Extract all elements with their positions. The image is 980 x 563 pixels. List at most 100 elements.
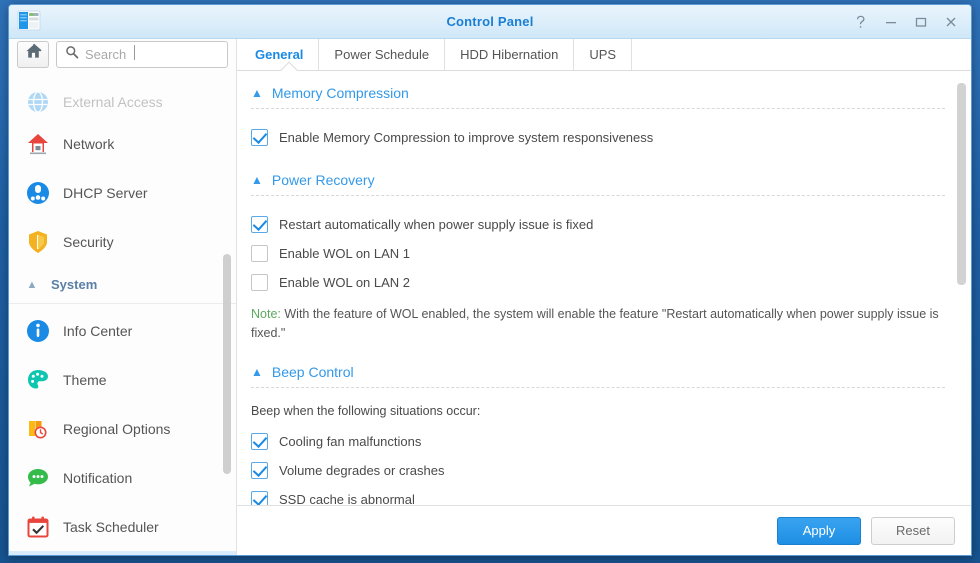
sidebar-item-notification[interactable]: Notification bbox=[9, 453, 236, 502]
palette-icon bbox=[25, 367, 51, 393]
content-area: General Power Schedule HDD Hibernation U… bbox=[237, 39, 971, 555]
control-panel-icon bbox=[17, 9, 41, 33]
sidebar-item-regional-options[interactable]: Regional Options bbox=[9, 404, 236, 453]
chevron-up-icon: ▲ bbox=[251, 173, 263, 187]
checkbox-row[interactable]: Cooling fan malfunctions bbox=[251, 427, 945, 456]
tab-bar: General Power Schedule HDD Hibernation U… bbox=[237, 39, 971, 79]
info-icon bbox=[25, 318, 51, 344]
section-title: Beep Control bbox=[271, 363, 354, 380]
sidebar-search-row: Search bbox=[9, 39, 236, 69]
sidebar-item-theme[interactable]: Theme bbox=[9, 355, 236, 404]
note-text: With the feature of WOL enabled, the sys… bbox=[251, 307, 939, 341]
sidebar-item-label: Regional Options bbox=[63, 420, 171, 437]
sidebar-item-label: Task Scheduler bbox=[63, 518, 159, 535]
sidebar-item-security[interactable]: Security bbox=[9, 217, 236, 266]
sidebar-item-network[interactable]: Network bbox=[9, 119, 236, 168]
beep-control-lead: Beep when the following situations occur… bbox=[251, 403, 481, 418]
tab-label: HDD Hibernation bbox=[460, 47, 559, 62]
dhcp-server-icon bbox=[25, 180, 51, 206]
checkbox-label: Volume degrades or crashes bbox=[279, 462, 445, 478]
sidebar: External Access Network DHCP Server Secu… bbox=[9, 39, 237, 555]
sidebar-group-label: System bbox=[51, 277, 98, 292]
tab-hdd-hibernation[interactable]: HDD Hibernation bbox=[445, 39, 575, 70]
section-header-memory-compression[interactable]: ▲ Memory Compression bbox=[251, 85, 945, 108]
power-recovery-note: Note: With the feature of WOL enabled, t… bbox=[251, 305, 941, 344]
section-title: Memory Compression bbox=[271, 85, 409, 101]
tab-power-schedule[interactable]: Power Schedule bbox=[319, 39, 446, 70]
checkbox-label: Restart automatically when power supply … bbox=[279, 217, 594, 232]
regional-clock-icon bbox=[25, 416, 51, 442]
window-body: External Access Network DHCP Server Secu… bbox=[9, 39, 971, 555]
help-button[interactable] bbox=[853, 14, 869, 30]
checkbox-label: Enable Memory Compression to improve sys… bbox=[279, 130, 654, 145]
reset-button[interactable]: Reset bbox=[871, 516, 955, 545]
checkbox-enable-wol-lan1[interactable] bbox=[251, 245, 268, 262]
sidebar-item-label: Network bbox=[63, 135, 115, 152]
sidebar-item-label: Notification bbox=[63, 469, 133, 486]
network-house-icon bbox=[25, 131, 51, 157]
tab-label: General bbox=[255, 47, 304, 62]
checkbox-row[interactable]: Restart automatically when power supply … bbox=[251, 210, 945, 239]
sidebar-item-label: Security bbox=[63, 233, 114, 250]
checkbox-enable-wol-lan2[interactable] bbox=[251, 274, 268, 291]
section-header-power-recovery[interactable]: ▲ Power Recovery bbox=[251, 172, 945, 195]
search-icon bbox=[65, 45, 79, 64]
sidebar-group-system[interactable]: ▲ System bbox=[9, 266, 236, 304]
globe-icon bbox=[25, 89, 51, 115]
sidebar-item-info-center[interactable]: Info Center bbox=[9, 306, 236, 355]
checkbox-volume-degrades-or-crashes[interactable] bbox=[251, 461, 268, 479]
checkbox-enable-memory-compression[interactable] bbox=[251, 129, 268, 146]
window-title-bar[interactable]: Control Panel bbox=[9, 5, 971, 39]
sidebar-scroll-area[interactable]: External Access Network DHCP Server Secu… bbox=[9, 39, 236, 555]
checkbox-label: Enable WOL on LAN 2 bbox=[279, 275, 411, 290]
section-title: Power Recovery bbox=[271, 172, 375, 188]
checkbox-row[interactable]: Enable WOL on LAN 1 bbox=[251, 239, 945, 268]
checkbox-row[interactable]: SSD cache is abnormal bbox=[251, 485, 945, 505]
shield-icon bbox=[25, 229, 51, 255]
checkbox-ssd-cache-is-abnormal[interactable] bbox=[251, 490, 268, 505]
sidebar-item-label: External Access bbox=[63, 94, 163, 110]
sidebar-item-label: Info Center bbox=[63, 322, 133, 339]
window-controls bbox=[853, 5, 965, 39]
sidebar-item-hardware-power[interactable]: Hardware & Power bbox=[9, 551, 236, 555]
home-button[interactable] bbox=[17, 40, 49, 68]
calendar-check-icon bbox=[25, 514, 51, 540]
chevron-up-icon: ▲ bbox=[251, 86, 263, 100]
maximize-button[interactable] bbox=[913, 14, 929, 30]
search-input[interactable]: Search bbox=[56, 40, 228, 68]
sidebar-item-label: Theme bbox=[63, 371, 107, 388]
checkbox-label: Cooling fan malfunctions bbox=[279, 433, 422, 449]
sidebar-scrollbar-thumb[interactable] bbox=[223, 254, 231, 474]
checkbox-row[interactable]: Enable WOL on LAN 2 bbox=[251, 268, 945, 297]
sidebar-item-dhcp-server[interactable]: DHCP Server bbox=[9, 168, 236, 217]
checkbox-label: SSD cache is abnormal bbox=[279, 491, 415, 505]
checkbox-restart-automatically[interactable] bbox=[251, 216, 268, 233]
checkbox-row[interactable]: Volume degrades or crashes bbox=[251, 456, 945, 485]
home-icon bbox=[25, 43, 42, 65]
tab-label: UPS bbox=[589, 47, 617, 62]
speech-bubble-icon bbox=[25, 465, 51, 491]
checkbox-cooling-fan-malfunctions[interactable] bbox=[251, 432, 268, 450]
search-placeholder: Search bbox=[85, 44, 136, 62]
section-divider bbox=[251, 195, 945, 196]
footer-actions: Apply Reset bbox=[237, 505, 971, 555]
tab-ups[interactable]: UPS bbox=[574, 39, 633, 70]
section-divider bbox=[251, 108, 945, 109]
note-prefix: Note: bbox=[251, 307, 281, 321]
apply-button[interactable]: Apply bbox=[777, 516, 861, 545]
section-header-beep-control[interactable]: ▲ Beep Control bbox=[251, 364, 945, 387]
chevron-up-icon: ▲ bbox=[251, 364, 263, 379]
sidebar-item-task-scheduler[interactable]: Task Scheduler bbox=[9, 502, 236, 551]
settings-scroll-pane[interactable]: ▲ Memory Compression Enable Memory Compr… bbox=[237, 71, 971, 505]
content-scrollbar-thumb[interactable] bbox=[957, 83, 966, 285]
control-panel-window: Control Panel External Access Network DH… bbox=[8, 4, 972, 556]
sidebar-item-external-access[interactable]: External Access bbox=[9, 85, 236, 119]
minimize-button[interactable] bbox=[883, 14, 899, 30]
sidebar-item-label: DHCP Server bbox=[63, 184, 148, 201]
chevron-up-icon: ▲ bbox=[26, 278, 38, 291]
checkbox-label: Enable WOL on LAN 1 bbox=[279, 246, 411, 261]
checkbox-row[interactable]: Enable Memory Compression to improve sys… bbox=[251, 123, 945, 152]
close-button[interactable] bbox=[943, 14, 959, 30]
